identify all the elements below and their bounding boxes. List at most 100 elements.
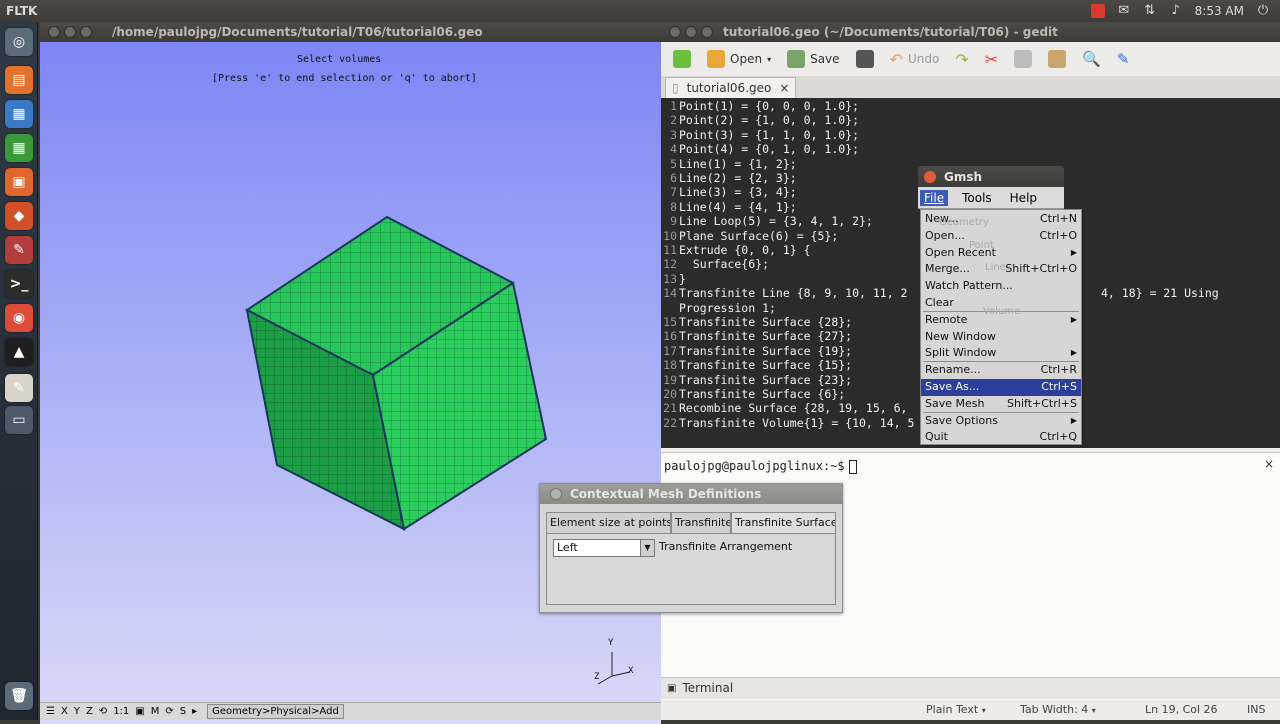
menu-item[interactable]: Quit Ctrl+Q: [921, 429, 1081, 446]
open-button[interactable]: Open ▾: [701, 46, 777, 72]
print-button[interactable]: [850, 46, 880, 72]
writer-icon[interactable]: ▦: [5, 100, 33, 128]
tab-transfinite[interactable]: Transfinite: [671, 512, 731, 534]
menu-item[interactable]: Save Options ▶: [921, 413, 1081, 430]
clock[interactable]: 8:53 AM: [1195, 4, 1244, 18]
close-icon[interactable]: [48, 26, 60, 38]
save-button[interactable]: Save: [781, 46, 845, 72]
axis-x-label: X: [628, 666, 634, 676]
view-x-button[interactable]: X: [59, 706, 70, 717]
terminal-cursor: [848, 459, 857, 474]
tab-transfinite-surface[interactable]: Transfinite Surface: [731, 512, 836, 534]
code-text: }: [679, 271, 686, 286]
trash-icon[interactable]: 🗑: [5, 682, 33, 710]
paste-button[interactable]: [1042, 46, 1072, 72]
software-center-icon[interactable]: ◆: [5, 202, 33, 230]
cut-button[interactable]: ✂: [979, 46, 1004, 72]
code-line: 3 Point(3) = {1, 1, 0, 1.0};: [661, 128, 1280, 142]
menu-item[interactable]: Open... Ctrl+O: [921, 228, 1081, 245]
ctx-dialog-titlebar[interactable]: Contextual Mesh Definitions: [540, 484, 842, 504]
power-icon[interactable]: ⏻: [1256, 4, 1270, 18]
chevron-down-icon[interactable]: ▼: [640, 540, 654, 556]
gmsh-icon[interactable]: ▲: [5, 338, 33, 366]
menu-item[interactable]: Split Window ▶: [921, 345, 1081, 362]
gmsh-graphics-canvas[interactable]: Select volumes [Press 'e' to end selecti…: [40, 42, 661, 724]
document-tabs: ▯ tutorial06.geo ×: [661, 76, 1280, 98]
undo-button[interactable]: ↶ Undo: [884, 46, 946, 72]
tab-width-selector[interactable]: Tab Width: 4 ▾: [1020, 703, 1096, 716]
menu-item-shortcut: Ctrl+Q: [1039, 430, 1077, 444]
contextual-mesh-dialog: Contextual Mesh Definitions Element size…: [539, 483, 843, 613]
close-icon[interactable]: [550, 488, 562, 500]
syntax-selector[interactable]: Plain Text ▾: [926, 703, 986, 716]
view-z-button[interactable]: Z: [84, 706, 95, 717]
mesh-button[interactable]: M: [149, 706, 162, 717]
code-text: Progression 1;: [679, 300, 776, 315]
gmsh-titlebar[interactable]: /home/paulojpg/Documents/tutorial/T06/tu…: [40, 22, 661, 42]
line-number: 16: [663, 329, 677, 344]
scale-one-button[interactable]: 1:1: [111, 706, 131, 717]
menu-item[interactable]: New Window: [921, 329, 1081, 346]
minimize-icon[interactable]: [64, 26, 76, 38]
calc-icon[interactable]: ▦: [5, 134, 33, 162]
menu-help[interactable]: Help: [1006, 190, 1041, 206]
terminal-icon[interactable]: >_: [5, 270, 33, 298]
arrangement-select[interactable]: Left ▼: [553, 539, 655, 557]
search-button[interactable]: 🔍: [1076, 46, 1107, 72]
chrome-icon[interactable]: ◉: [5, 304, 33, 332]
reset-button[interactable]: ⟳: [163, 706, 175, 717]
menu-item-label: Watch Pattern...: [925, 279, 1013, 293]
view-y-button[interactable]: Y: [72, 706, 82, 717]
gmsh-menu-titlebar[interactable]: Gmsh: [918, 166, 1064, 187]
minimize-icon[interactable]: [685, 26, 697, 38]
menu-item[interactable]: Rename... Ctrl+R: [921, 362, 1081, 379]
replace-button[interactable]: ✎: [1111, 46, 1136, 72]
dash-icon[interactable]: ◎: [5, 28, 33, 56]
menu-tools[interactable]: Tools: [958, 190, 996, 206]
close-icon[interactable]: [669, 26, 681, 38]
settings-icon[interactable]: ✎: [5, 236, 33, 264]
redo-button[interactable]: ↷: [949, 46, 974, 72]
menu-item-shortcut: Shift+Ctrl+O: [1005, 262, 1077, 276]
code-text: Transfinite Surface {23};: [679, 372, 853, 387]
copy-button[interactable]: [1008, 46, 1038, 72]
network-icon[interactable]: ⇅: [1143, 4, 1157, 18]
gedit-icon[interactable]: ✎: [5, 374, 33, 402]
tab-close-icon[interactable]: ×: [779, 81, 789, 95]
workspace-icon[interactable]: ▭: [5, 406, 33, 434]
projection-button[interactable]: ▣: [133, 706, 146, 717]
gmsh-tray-icon[interactable]: [1090, 4, 1105, 18]
menu-item-label: Save Options: [925, 413, 998, 427]
tab-tutorial06[interactable]: ▯ tutorial06.geo ×: [665, 77, 797, 98]
rotate-button[interactable]: ⟲: [97, 706, 109, 717]
menu-toggle-button[interactable]: ☰: [44, 706, 57, 717]
submenu-arrow-icon: ▶: [1070, 415, 1077, 425]
maximize-icon[interactable]: [80, 26, 92, 38]
menu-item-shortcut: Ctrl+N: [1039, 212, 1077, 225]
menu-item[interactable]: Save As... Ctrl+S: [921, 379, 1081, 396]
chevron-down-icon[interactable]: ▾: [767, 55, 771, 64]
volume-icon[interactable]: ♪: [1169, 4, 1183, 18]
mail-icon[interactable]: ✉: [1117, 4, 1131, 18]
tab-element-size[interactable]: Element size at points: [546, 512, 671, 534]
close-icon[interactable]: ×: [1264, 457, 1274, 471]
ctx-dialog-title: Contextual Mesh Definitions: [570, 487, 762, 501]
menu-item[interactable]: Watch Pattern...: [921, 278, 1081, 295]
line-number: 20: [663, 387, 677, 401]
menu-item[interactable]: Open Recent ▶: [921, 245, 1081, 262]
code-text: Line(4) = {4, 1};: [679, 199, 797, 214]
select-button[interactable]: S: [178, 706, 188, 717]
tab-terminal[interactable]: ▣ Terminal: [667, 681, 733, 695]
menu-file[interactable]: File: [920, 189, 949, 206]
new-document-button[interactable]: [667, 46, 697, 72]
close-icon[interactable]: [924, 170, 936, 183]
gedit-titlebar[interactable]: tutorial06.geo (~/Documents/tutorial/T06…: [661, 22, 1280, 42]
impress-icon[interactable]: ▣: [5, 168, 33, 196]
files-icon[interactable]: ▤: [5, 66, 33, 94]
line-number: 1: [670, 99, 677, 113]
maximize-icon[interactable]: [701, 26, 713, 38]
play-button[interactable]: ▸: [190, 706, 199, 717]
menu-item[interactable]: Save Mesh Shift+Ctrl+S: [921, 396, 1081, 413]
line-number: 3: [670, 127, 677, 142]
arrangement-value: Left: [557, 541, 578, 554]
